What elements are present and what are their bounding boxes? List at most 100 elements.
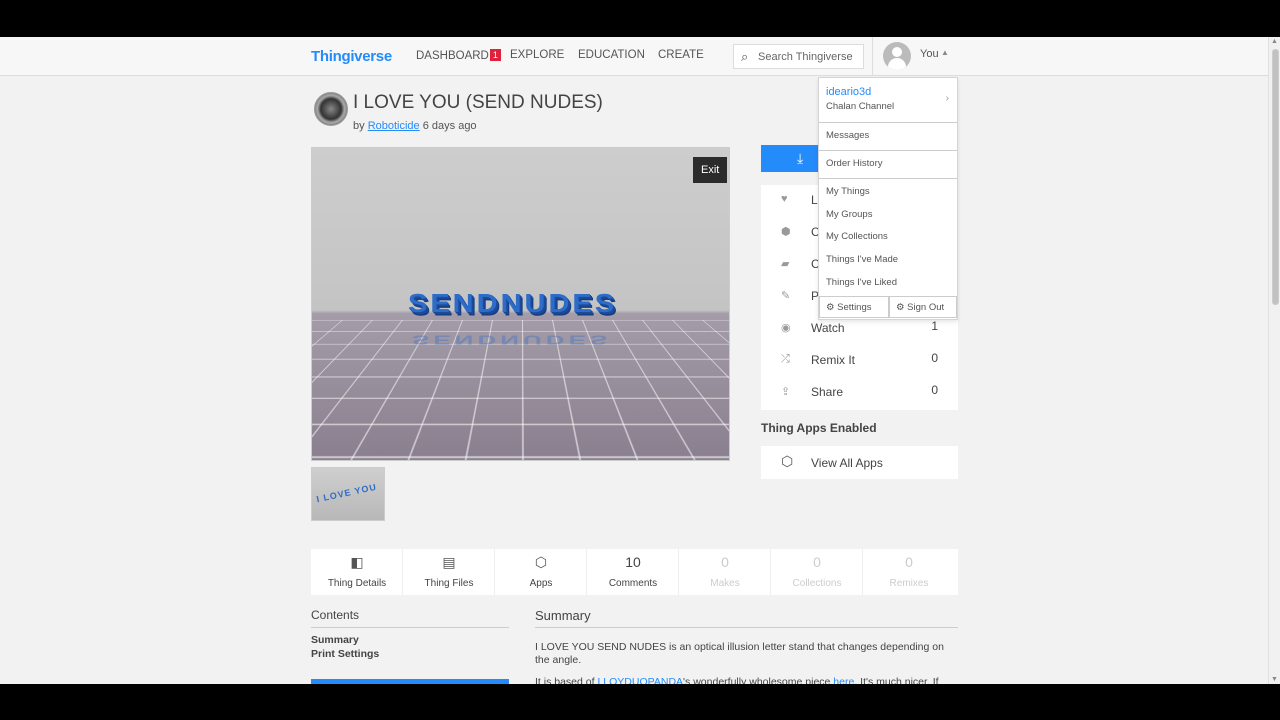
files-icon: ▤ <box>442 554 456 570</box>
tab-apps-label: Apps <box>529 578 553 589</box>
menu-divider <box>819 178 957 179</box>
you-label: You <box>920 48 939 60</box>
dashboard-badge: 1 <box>489 49 501 61</box>
share-count: 0 <box>931 383 938 397</box>
menu-username[interactable]: ideario3d <box>826 86 871 98</box>
contents-link-print-settings[interactable]: Print Settings <box>311 648 509 660</box>
view-all-apps-button[interactable]: ⬡ View All Apps <box>761 446 958 479</box>
remixes-count: 0 <box>905 554 913 570</box>
comments-count: 10 <box>625 554 641 570</box>
menu-things-made[interactable]: Things I've Made <box>826 254 898 265</box>
nav-explore[interactable]: EXPLORE <box>510 49 564 61</box>
author-link[interactable]: Roboticide <box>368 120 420 132</box>
tab-thing-files[interactable]: ▤ Thing Files <box>403 549 495 595</box>
menu-things-liked[interactable]: Things I've Liked <box>826 277 897 288</box>
creator-avatar[interactable] <box>314 92 348 126</box>
gear-icon: ⚙ <box>896 302 905 313</box>
thingiverse-logo[interactable]: Thingiverse <box>311 48 392 65</box>
share-label: Share <box>811 385 844 399</box>
search-input[interactable]: ⌕ Search Thingiverse <box>733 44 864 69</box>
summary-text-more: It is based of LLOYDUOPANDA's wonderfull… <box>535 676 958 684</box>
view-all-apps-label: View All Apps <box>811 456 883 470</box>
summary-link-here[interactable]: here <box>833 676 854 684</box>
menu-channel[interactable]: Chalan Channel <box>826 101 894 112</box>
eye-icon: ◉ <box>781 322 791 334</box>
by-label: by <box>353 120 365 132</box>
collections-count: 0 <box>813 554 821 570</box>
tab-remixes[interactable]: 0 Remixes <box>863 549 955 595</box>
contents-heading: Contents <box>311 608 509 628</box>
tab-collections-label: Collections <box>792 578 842 589</box>
nav-education[interactable]: EDUCATION <box>578 49 645 61</box>
user-dropdown-menu: ideario3d Chalan Channel › Messages Orde… <box>818 77 958 320</box>
menu-divider <box>819 150 957 151</box>
menu-divider <box>819 122 957 123</box>
thing-apps-heading: Thing Apps Enabled <box>761 421 877 435</box>
tab-apps[interactable]: ⬡ Apps <box>495 549 587 595</box>
thing-tabs: ◧ Thing Details ▤ Thing Files ⬡ Apps 10 Comm… <box>311 549 958 595</box>
tab-makes[interactable]: 0 Makes <box>679 549 771 595</box>
thing-title: I LOVE YOU (SEND NUDES) <box>353 92 603 113</box>
avatar <box>883 42 911 70</box>
tab-collections[interactable]: 0 Collections <box>771 549 863 595</box>
watch-count: 1 <box>931 319 938 333</box>
nav-dashboard[interactable]: DASHBOARD 1 <box>416 49 501 62</box>
menu-my-groups[interactable]: My Groups <box>826 209 872 220</box>
tab-comments[interactable]: 10 Comments <box>587 549 679 595</box>
posted-time: 6 days ago <box>422 120 477 132</box>
search-icon: ⌕ <box>741 49 749 64</box>
sign-out-label: Sign Out <box>907 302 945 313</box>
menu-messages[interactable]: Messages <box>826 130 869 141</box>
share-icon: ⇪ <box>781 386 791 398</box>
chevron-up-icon: ▲ <box>941 48 949 57</box>
box-icon: ⬢ <box>781 226 791 238</box>
menu-sign-out-button[interactable]: ⚙ Sign Out <box>889 296 957 318</box>
summary-cut-mid: 's wonderfully wholesome piece <box>683 676 834 684</box>
menu-my-things[interactable]: My Things <box>826 186 870 197</box>
like-label: L <box>811 193 818 207</box>
heart-icon: ♥ <box>781 193 788 205</box>
3d-model[interactable]: SENDNUDES <box>408 290 617 320</box>
nav-create[interactable]: CREATE <box>658 49 704 61</box>
3d-viewer[interactable]: SENDNUDES SENDNUDES Exit <box>311 147 730 461</box>
cube-icon: ⬡ <box>781 453 794 469</box>
makes-count: 0 <box>721 554 729 570</box>
settings-label: Settings <box>837 302 872 313</box>
scroll-up-icon[interactable]: ▲ <box>1271 38 1278 45</box>
user-menu-toggle[interactable]: You ▲ <box>872 37 958 76</box>
download-icon: ⤓ <box>797 150 804 166</box>
edit-icon: ✎ <box>781 290 791 302</box>
remix-action[interactable]: ⤮ Remix It 0 <box>761 345 958 377</box>
menu-settings-button[interactable]: ⚙ Settings <box>819 296 889 318</box>
menu-order-history[interactable]: Order History <box>826 158 882 169</box>
scrollbar-thumb[interactable] <box>1272 49 1279 305</box>
summary-section: Summary I LOVE YOU SEND NUDES is an opti… <box>535 608 958 684</box>
thing-byline: by Roboticide 6 days ago <box>353 120 477 132</box>
comment-icon: ▰ <box>781 258 790 270</box>
exit-button[interactable]: Exit <box>693 157 728 183</box>
model-reflection: SENDNUDES <box>412 332 612 348</box>
contents-active-bar <box>311 679 509 684</box>
book-icon: ◧ <box>350 554 364 570</box>
tab-files-label: Thing Files <box>424 578 474 589</box>
share-action[interactable]: ⇪ Share 0 <box>761 377 958 409</box>
download-button[interactable]: ⤓ <box>761 145 821 172</box>
shuffle-icon: ⤮ <box>781 353 790 365</box>
image-thumbnail[interactable]: I LOVE YOU <box>311 467 385 521</box>
tab-makes-label: Makes <box>710 578 740 589</box>
scroll-down-icon[interactable]: ▼ <box>1271 676 1278 683</box>
gear-icon: ⚙ <box>826 302 835 313</box>
watch-label: Watch <box>811 321 845 335</box>
tab-details-label: Thing Details <box>327 578 387 589</box>
contents-link-summary[interactable]: Summary <box>311 634 509 646</box>
page-scrollbar[interactable]: ▲ ▼ <box>1268 37 1280 684</box>
cube-icon: ⬡ <box>534 554 548 570</box>
menu-my-collections[interactable]: My Collections <box>826 231 888 242</box>
chevron-right-icon: › <box>945 93 949 104</box>
tab-comments-label: Comments <box>608 578 658 589</box>
top-navbar: Thingiverse DASHBOARD 1 EXPLORE EDUCATION… <box>0 37 1268 76</box>
contents-sidebar: Contents Summary Print Settings <box>311 608 509 660</box>
summary-link-author[interactable]: LLOYDUOPANDA <box>597 676 683 684</box>
tab-thing-details[interactable]: ◧ Thing Details <box>311 549 403 595</box>
remix-count: 0 <box>931 351 938 365</box>
